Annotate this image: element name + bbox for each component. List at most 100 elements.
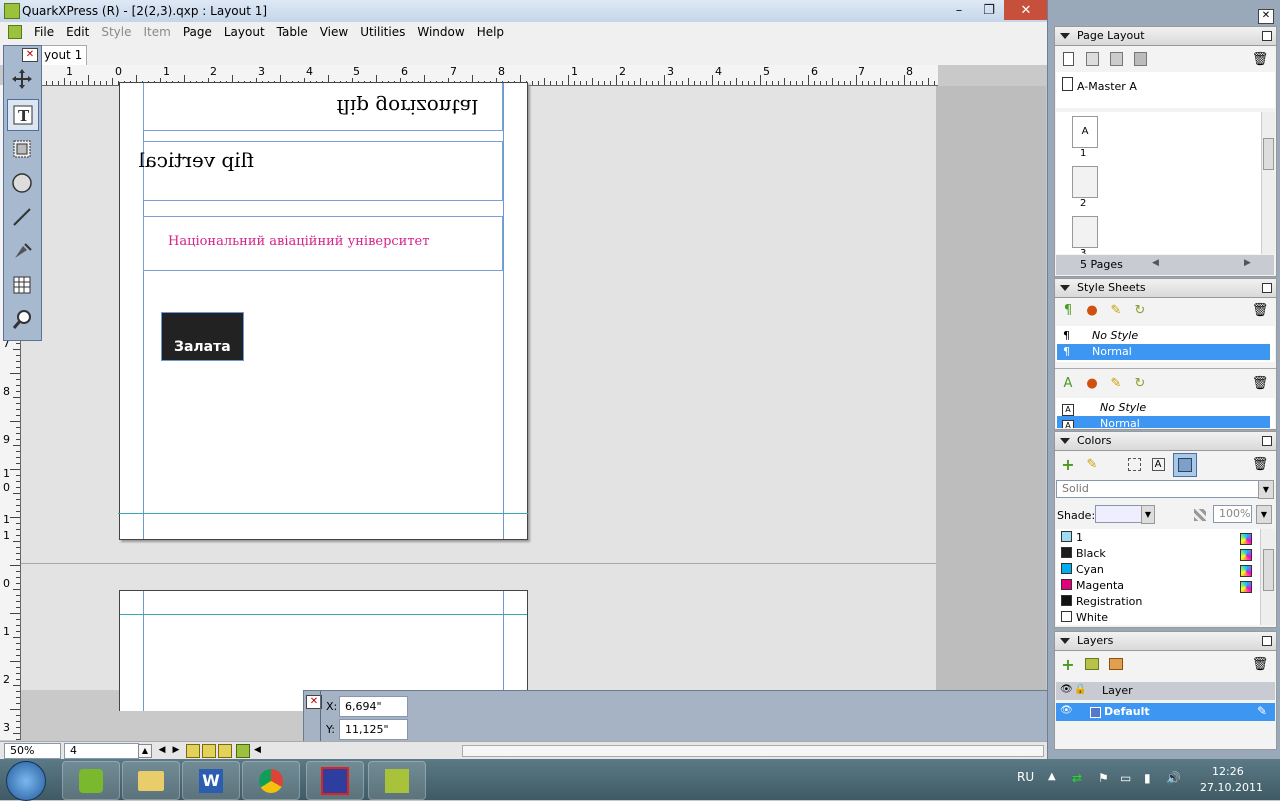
paragraph-style-no-style[interactable]: ¶ No Style — [1057, 328, 1270, 344]
power-tray-icon[interactable]: ▮ — [1144, 771, 1151, 785]
menu-item[interactable]: Item — [137, 25, 176, 39]
clock-date[interactable]: 27.10.2011 — [1200, 781, 1263, 794]
pin-icon[interactable] — [1262, 436, 1272, 446]
menu-help[interactable]: Help — [471, 25, 510, 39]
page-thumb-1[interactable]: A — [1072, 116, 1098, 148]
fill-type-select[interactable]: Solid — [1056, 480, 1259, 498]
table-tool-icon[interactable] — [7, 270, 37, 300]
doc-icon[interactable] — [8, 24, 22, 39]
flag-tray-icon[interactable]: ⚑ — [1098, 771, 1109, 785]
delete-color-icon[interactable]: 🗑 — [1251, 455, 1269, 473]
start-orb-icon[interactable] — [6, 761, 46, 801]
color-item-registration[interactable]: Registration — [1061, 594, 1256, 610]
delete-style-icon[interactable]: 🗑 — [1251, 301, 1269, 319]
page-thumb-3[interactable] — [1072, 216, 1098, 248]
layout-canvas[interactable]: flip gorizontal flip vertical Національн… — [21, 82, 936, 711]
pages-vertical-scrollbar[interactable] — [1261, 112, 1275, 254]
layers-header[interactable]: Layers — [1054, 631, 1277, 651]
pencil-icon[interactable]: ✎ — [1107, 301, 1125, 319]
layer-default[interactable]: 👁 Default ✎ — [1056, 703, 1275, 721]
minimize-button[interactable]: – — [944, 0, 974, 20]
oval-box-tool-icon[interactable] — [7, 168, 37, 198]
shade-field[interactable] — [1095, 505, 1142, 523]
footer-scroll-right-icon[interactable]: ▶ — [1244, 258, 1251, 268]
network-tray-icon[interactable]: ⇄ — [1072, 771, 1082, 785]
blank-page-icon[interactable] — [1059, 50, 1077, 68]
language-indicator[interactable]: RU — [1017, 770, 1034, 784]
menu-layout[interactable]: Layout — [218, 25, 271, 39]
delete-page-icon[interactable]: 🗑 — [1251, 50, 1269, 68]
color-item-white[interactable]: White — [1061, 610, 1256, 626]
text-color-icon[interactable]: A — [1149, 455, 1167, 473]
char-pencil-icon[interactable]: ✎ — [1107, 374, 1125, 392]
edit-style-icon[interactable]: ● — [1083, 301, 1101, 319]
show-hidden-icons-icon[interactable]: ▲ — [1048, 771, 1056, 782]
page-1[interactable]: flip gorizontal flip vertical Національн… — [118, 82, 528, 540]
item-tool-icon[interactable] — [7, 64, 37, 94]
page-number-field[interactable]: 4 — [64, 743, 139, 759]
move-to-layer-icon[interactable] — [1107, 655, 1125, 673]
duplicate-page-icon[interactable] — [1107, 50, 1125, 68]
pin-icon[interactable] — [1262, 31, 1272, 41]
background-color-icon[interactable] — [1173, 453, 1197, 477]
new-paragraph-style-icon[interactable]: ¶ — [1059, 301, 1077, 319]
edit-color-icon[interactable]: ✎ — [1083, 455, 1101, 473]
color-item-1[interactable]: 1 — [1061, 530, 1256, 546]
delete-char-style-icon[interactable]: 🗑 — [1251, 374, 1269, 392]
taskbar-quark-icon[interactable] — [368, 761, 426, 800]
menu-view[interactable]: View — [314, 25, 354, 39]
collapse-triangle-icon[interactable] — [1060, 33, 1070, 39]
layer-visibility-icon[interactable]: 👁 — [1060, 705, 1073, 716]
taskbar-save-icon[interactable] — [306, 761, 364, 800]
char-update-icon[interactable]: ↻ — [1131, 374, 1149, 392]
character-style-normal[interactable]: A Normal — [1057, 416, 1270, 428]
pin-icon[interactable] — [1262, 283, 1272, 293]
zoom-field[interactable]: 50% — [4, 743, 61, 759]
shade-dropdown-icon[interactable]: ▼ — [1141, 505, 1155, 524]
scroll-left-icon[interactable]: ◀ — [254, 744, 264, 756]
master-item[interactable]: A-Master A — [1062, 77, 1262, 93]
bezier-pen-tool-icon[interactable] — [7, 236, 37, 266]
transparency-icon[interactable] — [1191, 506, 1209, 524]
palettes-close-icon[interactable]: ✕ — [1258, 9, 1274, 24]
merge-layers-icon[interactable] — [1083, 655, 1101, 673]
horizontal-scrollbar[interactable] — [462, 745, 1044, 757]
volume-tray-icon[interactable]: 🔊 — [1166, 771, 1181, 785]
edit-char-style-icon[interactable]: ● — [1083, 374, 1101, 392]
menu-utilities[interactable]: Utilities — [354, 25, 411, 39]
pages-list[interactable]: A 1 2 3 — [1056, 112, 1261, 254]
x-position-field[interactable]: 6,694" — [339, 696, 408, 717]
taskbar-green-app-icon[interactable] — [62, 761, 120, 800]
menu-page[interactable]: Page — [177, 25, 218, 39]
color-item-black[interactable]: Black — [1061, 546, 1256, 562]
opacity-dropdown-icon[interactable]: ▼ — [1256, 505, 1272, 524]
delete-layer-icon[interactable]: 🗑 — [1251, 655, 1269, 673]
view-icon-3[interactable] — [218, 744, 232, 758]
character-style-no-style[interactable]: A No Style — [1057, 400, 1270, 416]
taskbar-word-icon[interactable]: W — [182, 761, 240, 800]
close-button[interactable]: ✕ — [1004, 0, 1048, 20]
menu-style[interactable]: Style — [95, 25, 137, 39]
tab-layout-1[interactable]: yout 1 — [40, 45, 87, 65]
new-color-icon[interactable]: + — [1059, 455, 1077, 474]
page-layout-header[interactable]: Page Layout — [1054, 26, 1277, 46]
new-layer-icon[interactable]: + — [1059, 655, 1077, 674]
menu-window[interactable]: Window — [411, 25, 470, 39]
display-tray-icon[interactable]: ▭ — [1120, 771, 1131, 785]
fill-type-dropdown-icon[interactable]: ▼ — [1258, 480, 1274, 499]
taskbar-folder-icon[interactable] — [122, 761, 180, 800]
text-box-flip-horizontal[interactable]: flip gorizontal — [143, 83, 503, 131]
menu-table[interactable]: Table — [271, 25, 314, 39]
next-page-icon[interactable]: ▶ — [170, 744, 182, 756]
frame-color-icon[interactable] — [1125, 455, 1143, 473]
view-icon-2[interactable] — [202, 744, 216, 758]
facing-page-icon[interactable] — [1083, 50, 1101, 68]
layer-edit-pencil-icon[interactable]: ✎ — [1257, 704, 1267, 718]
page-thumb-2[interactable] — [1072, 166, 1098, 198]
opacity-field[interactable]: 100% — [1213, 505, 1252, 523]
pin-icon[interactable] — [1262, 636, 1272, 646]
collapse-triangle-icon[interactable] — [1060, 285, 1070, 291]
text-content-tool-icon[interactable]: T — [7, 99, 39, 131]
taskbar-chrome-icon[interactable] — [242, 761, 300, 800]
picture-content-tool-icon[interactable] — [7, 134, 37, 164]
